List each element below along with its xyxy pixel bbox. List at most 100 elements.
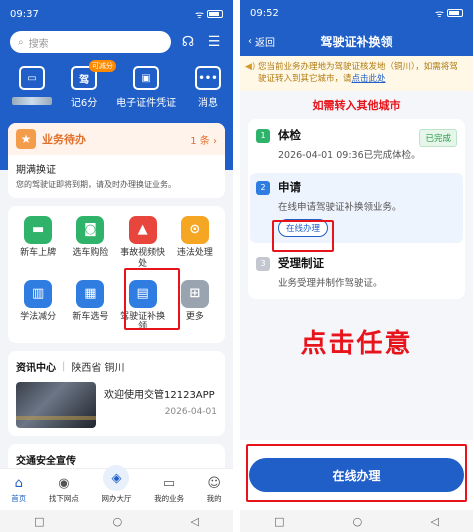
news-region: 陕西省 铜川	[71, 363, 125, 375]
status-bar: 09:37 ᯤ	[0, 0, 233, 28]
quick-actions: ▭ 可减分 驾 记6分 ▣ 电子证件凭证 ••• 消息	[0, 56, 233, 109]
phone-home-screen: 09:37 ᯤ ⌕ 搜索 ☊ ☰ ▭ 可减分 驾 记6分 ▣ 电子证件凭证 ••…	[0, 0, 233, 532]
step-title: 受理制证	[278, 255, 324, 270]
menu-icon[interactable]: ☰	[205, 33, 223, 51]
hall-icon: ◈	[103, 465, 130, 491]
step-number: 2	[256, 180, 270, 195]
tab-business[interactable]: ▭ 我的业务	[154, 476, 184, 504]
grid-item-accident[interactable]: ▲ 事故视频快处	[117, 216, 169, 270]
highlight-box	[272, 219, 334, 252]
steps-card: 1 体检 2026-04-01 09:36已完成体检。 已完成 2 申请 在线申…	[248, 118, 465, 299]
news-card[interactable]: 资讯中心 | 陕西省 铜川 欢迎使用交管12123APP 2026-04-01	[8, 351, 225, 437]
highlight-box	[124, 268, 180, 330]
grid-item-plate-number[interactable]: ▦ 新车选号	[64, 279, 116, 334]
screenshot-root: 09:37 ᯤ ⌕ 搜索 ☊ ☰ ▭ 可减分 驾 记6分 ▣ 电子证件凭证 ••…	[0, 0, 474, 532]
chevron-right-icon: ›	[213, 135, 217, 147]
annotation-click-any: 点击任意	[300, 328, 413, 359]
headset-icon[interactable]: ☊	[179, 33, 197, 51]
quick-vehicle[interactable]: ▭	[12, 66, 52, 109]
step-desc: 在线申请驾驶证补换领业务。	[278, 201, 402, 213]
highlight-box	[246, 444, 467, 502]
news-item-title: 欢迎使用交管12123APP	[104, 390, 215, 402]
nav-recent-icon[interactable]: □	[274, 515, 284, 528]
quick-label: 电子证件凭证	[116, 98, 177, 109]
step-item-active: 2 申请 在线申请驾驶证补换领业务。 在线办理	[250, 172, 463, 252]
battery-icon	[447, 9, 463, 17]
plate-number-icon: ▦	[76, 279, 105, 308]
wallet-icon: ▣	[133, 66, 160, 90]
transfer-city-link[interactable]: 点击此处	[352, 74, 386, 84]
step-item: 1 体检 2026-04-01 09:36已完成体检。 已完成	[256, 127, 457, 173]
news-thumbnail	[16, 382, 96, 429]
grid-item-car-insurance[interactable]: ◙ 选车购险	[64, 216, 116, 270]
status-bar: 09:52 ᯤ	[240, 0, 473, 26]
nav-home-icon[interactable]: ○	[353, 515, 363, 528]
tab-location[interactable]: ◉ 找下网点	[49, 476, 79, 504]
status-time: 09:52	[250, 7, 279, 19]
quick-label: 消息	[198, 98, 218, 109]
news-title: 资讯中心	[16, 363, 56, 375]
back-button[interactable]: ‹ 返回	[248, 34, 275, 49]
new-car-plate-icon: ▬	[24, 216, 53, 244]
accident-icon: ▲	[128, 216, 157, 244]
grid-item-violation[interactable]: ⊙ 违法处理	[169, 216, 221, 270]
wifi-icon: ᯤ	[194, 10, 204, 21]
step-desc: 业务受理并制作驾驶证。	[278, 277, 383, 289]
nav-back-icon[interactable]: ◁	[430, 515, 438, 528]
quick-license-points[interactable]: 可减分 驾 记6分	[70, 60, 116, 109]
more-icon: ⊞	[180, 279, 209, 308]
tab-home[interactable]: ⌂ 首页	[11, 476, 26, 504]
status-time: 09:37	[10, 8, 39, 20]
nav-back-icon[interactable]: ◁	[190, 515, 198, 528]
step-item: 3 受理制证 业务受理并制作驾驶证。	[256, 255, 457, 289]
promo-title: 交通安全宣传	[16, 456, 76, 468]
home-icon: ⌂	[14, 475, 23, 491]
tab-hall[interactable]: ◈ 网办大厅	[101, 465, 131, 504]
wifi-icon: ᯤ	[434, 9, 444, 20]
system-nav-bar: □ ○ ◁	[240, 510, 473, 532]
todo-title: 业务待办	[42, 133, 86, 146]
quick-e-certificate[interactable]: ▣ 电子证件凭证	[116, 66, 176, 109]
car-icon: ▭	[19, 66, 45, 90]
speaker-icon: ◀)	[245, 62, 256, 72]
battery-icon	[207, 10, 223, 18]
quick-label: 记6分	[70, 98, 98, 109]
service-grid: ▬ 新车上牌 ◙ 选车购险 ▲ 事故视频快处 ⊙ 违法处理 ▥ 学法减分 ▦ 新…	[8, 206, 225, 344]
car-insurance-icon: ◙	[76, 216, 105, 244]
business-icon: ▭	[162, 475, 176, 491]
system-nav-bar: □ ○ ◁	[0, 510, 233, 532]
nav-recent-icon[interactable]: □	[34, 515, 44, 528]
todo-item-desc: 您的驾驶证即将到期，请及时办理换证业务。	[16, 180, 176, 189]
grid-item-new-car-plate[interactable]: ▬ 新车上牌	[12, 216, 64, 270]
message-icon: •••	[195, 66, 221, 90]
grid-item-study[interactable]: ▥ 学法减分	[12, 279, 64, 334]
todo-count: 1 条	[190, 135, 210, 147]
location-icon: ◉	[58, 475, 70, 491]
violation-icon: ⊙	[180, 216, 209, 244]
search-icon: ⌕	[18, 36, 24, 48]
user-icon: ☺	[207, 475, 221, 491]
tab-me[interactable]: ☺ 我的	[207, 476, 222, 504]
todo-card[interactable]: ★ 业务待办 1 条 › 期满换证 您的驾驶证即将到期，请及时办理换证业务。	[8, 123, 225, 198]
news-item-date: 2026-04-01	[164, 407, 217, 418]
todo-item-title: 期满换证	[16, 165, 56, 176]
bottom-tab-bar: ⌂ 首页 ◉ 找下网点 ◈ 网办大厅 ▭ 我的业务 ☺ 我的	[0, 465, 233, 510]
step-number: 3	[256, 256, 270, 271]
phone-license-renew-screen: 09:52 ᯤ ‹ 返回 驾驶证补换领 ◀) 您当前业务办理地为驾驶证核发地（铜…	[240, 0, 473, 532]
nav-home-icon[interactable]: ○	[113, 515, 123, 528]
page-title: 驾驶证补换领	[320, 34, 393, 49]
step-desc: 2026-04-01 09:36已完成体检。	[278, 149, 421, 161]
quick-messages[interactable]: ••• 消息	[195, 66, 221, 109]
star-icon: ★	[16, 129, 36, 149]
notice-bar: ◀) 您当前业务办理地为驾驶证核发地（铜川），如需将驾驶证转入到其它城市，请点击…	[240, 56, 473, 91]
bottom-action-area: 在线办理	[240, 440, 473, 510]
page-header: 09:52 ᯤ ‹ 返回 驾驶证补换领	[240, 0, 473, 56]
status-badge: 已完成	[419, 128, 457, 147]
reduce-points-badge: 可减分	[88, 60, 116, 72]
search-placeholder: 搜索	[28, 38, 49, 50]
search-input[interactable]: ⌕ 搜索	[10, 31, 171, 53]
blurred-plate	[12, 97, 52, 105]
step-title: 申请	[278, 179, 301, 194]
chevron-left-icon: ‹	[248, 35, 252, 47]
annotation-transfer: 如需转入其他城市	[312, 98, 401, 112]
